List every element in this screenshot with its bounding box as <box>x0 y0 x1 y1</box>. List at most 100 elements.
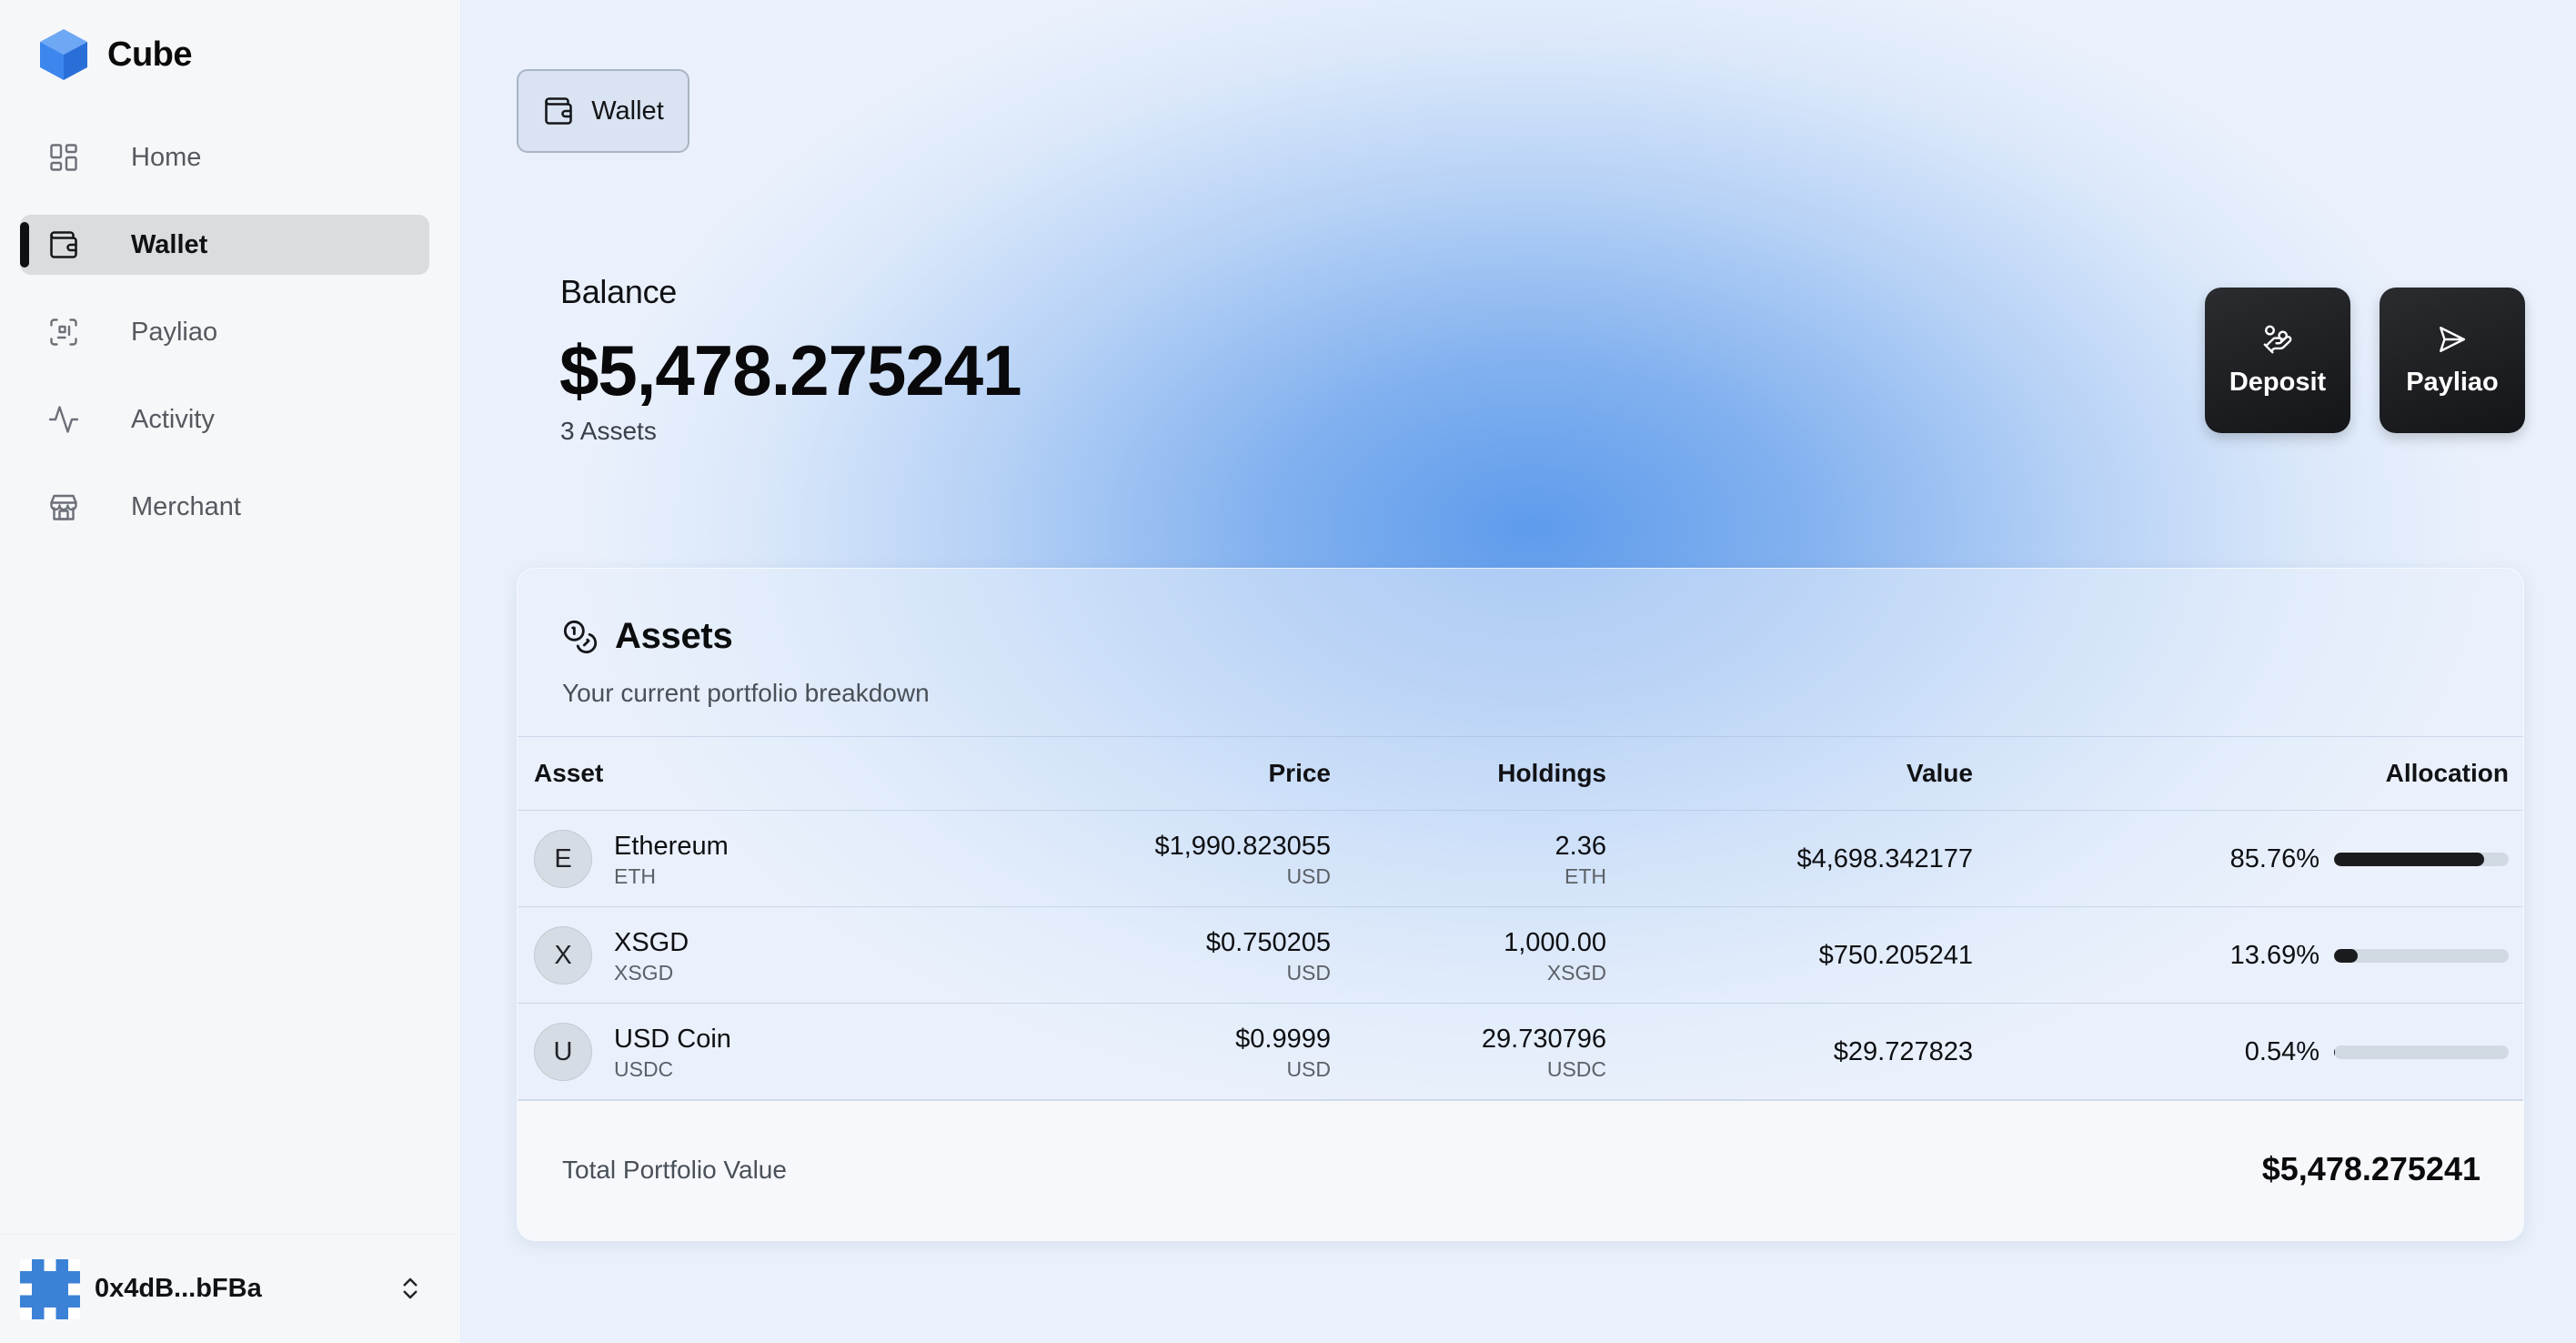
asset-cell: U USD Coin USDC <box>534 1004 731 1100</box>
sidebar-item-activity[interactable]: Activity <box>20 389 429 449</box>
cube-logo-icon <box>40 29 87 80</box>
holdings-cell: 2.36 ETH <box>1555 811 1606 907</box>
price-cell: $1,990.823055 USD <box>1154 811 1331 907</box>
brand[interactable]: Cube <box>38 25 193 84</box>
coins-icon <box>563 620 598 653</box>
holdings-cell: 29.730796 USDC <box>1482 1004 1606 1100</box>
column-value[interactable]: Value <box>1907 759 1973 788</box>
sidebar: Cube Home Wallet Payliao Activity Mercha… <box>0 0 458 1343</box>
balance-amount: $5,478.275241 <box>559 330 1022 410</box>
price-value: $0.9999 <box>1235 1025 1331 1054</box>
grid-icon <box>47 141 80 174</box>
holdings-unit: USDC <box>1546 1057 1606 1081</box>
asset-symbol: XSGD <box>614 961 674 985</box>
asset-value: $4,698.342177 <box>1796 844 1973 873</box>
holdings-value: 29.730796 <box>1481 1025 1606 1054</box>
store-icon <box>47 490 80 523</box>
sidebar-nav: Home Wallet Payliao Activity Merchant <box>20 127 429 564</box>
price-unit: USD <box>1286 1057 1331 1081</box>
assets-card: Assets Your current portfolio breakdown … <box>517 568 2524 1241</box>
asset-symbol: USDC <box>614 1057 674 1081</box>
holdings-unit: XSGD <box>1546 961 1606 985</box>
tab-wallet[interactable]: Wallet <box>517 69 689 153</box>
asset-avatar: X <box>534 926 592 985</box>
payliao-label: Payliao <box>2406 367 2499 397</box>
sidebar-item-label: Wallet <box>131 229 208 259</box>
sidebar-item-payliao[interactable]: Payliao <box>20 302 429 362</box>
total-value: $5,478.275241 <box>2261 1150 2480 1187</box>
price-unit: USD <box>1286 864 1331 888</box>
value-cell: $29.727823 <box>1834 1004 1973 1100</box>
deposit-label: Deposit <box>2229 367 2327 397</box>
total-label: Total Portfolio Value <box>562 1156 787 1184</box>
asset-name: Ethereum <box>614 832 729 861</box>
assets-header: Assets Your current portfolio breakdown <box>562 616 930 708</box>
sidebar-item-label: Payliao <box>131 317 218 347</box>
price-cell: $0.9999 USD <box>1235 1004 1331 1100</box>
sidebar-item-wallet[interactable]: Wallet <box>20 215 429 275</box>
price-value: $0.750205 <box>1205 928 1331 957</box>
column-price[interactable]: Price <box>1269 759 1332 788</box>
asset-cell: E Ethereum ETH <box>534 811 729 907</box>
chevrons-up-down-icon[interactable] <box>395 1273 426 1304</box>
table-row[interactable]: X XSGD XSGD $0.750205 USD 1,000.00 XSGD … <box>518 907 2523 1004</box>
wallet-icon <box>47 228 80 261</box>
sidebar-item-home[interactable]: Home <box>20 127 429 187</box>
holdings-unit: ETH <box>1565 864 1606 888</box>
avatar <box>20 1258 80 1319</box>
assets-count: 3 Assets <box>560 417 657 445</box>
holdings-cell: 1,000.00 XSGD <box>1504 907 1606 1004</box>
assets-table: Asset Price Holdings Value Allocation E … <box>518 736 2523 1100</box>
activity-icon <box>47 403 80 436</box>
price-unit: USD <box>1286 961 1331 985</box>
main-content: Wallet Balance $5,478.275241 3 Assets De… <box>459 0 2576 1343</box>
sidebar-item-label: Activity <box>131 404 215 434</box>
asset-value: $29.727823 <box>1833 1037 1973 1066</box>
allocation-bar <box>2334 852 2509 866</box>
allocation-cell: 13.69% <box>2230 907 2509 1004</box>
asset-name: XSGD <box>614 928 689 957</box>
sidebar-item-merchant[interactable]: Merchant <box>20 477 429 537</box>
price-value: $1,990.823055 <box>1154 832 1331 861</box>
allocation-bar-fill <box>2334 1045 2336 1059</box>
account-switcher[interactable]: 0x4dB...bFBa <box>0 1234 458 1343</box>
allocation-percent: 85.76% <box>2229 843 2319 873</box>
holdings-value: 1,000.00 <box>1504 928 1606 957</box>
sidebar-item-label: Merchant <box>131 491 241 521</box>
asset-symbol: ETH <box>614 864 656 888</box>
table-row[interactable]: U USD Coin USDC $0.9999 USD 29.730796 US… <box>518 1004 2523 1100</box>
asset-cell: X XSGD XSGD <box>534 907 689 1004</box>
deposit-button[interactable]: Deposit <box>2205 288 2350 433</box>
allocation-percent: 0.54% <box>2244 1036 2319 1066</box>
assets-description: Your current portfolio breakdown <box>562 679 930 707</box>
column-holdings[interactable]: Holdings <box>1497 759 1606 788</box>
table-header: Asset Price Holdings Value Allocation <box>518 736 2523 811</box>
column-allocation[interactable]: Allocation <box>2386 759 2509 788</box>
value-cell: $4,698.342177 <box>1796 811 1973 907</box>
price-cell: $0.750205 USD <box>1206 907 1331 1004</box>
asset-avatar: U <box>534 1023 592 1081</box>
allocation-bar <box>2334 1045 2509 1059</box>
tab-label: Wallet <box>591 96 664 126</box>
assets-title: Assets <box>615 616 733 656</box>
allocation-bar-fill <box>2334 852 2484 866</box>
allocation-percent: 13.69% <box>2229 940 2319 970</box>
account-address: 0x4dB...bFBa <box>95 1274 262 1303</box>
send-icon <box>2440 326 2465 352</box>
asset-value: $750.205241 <box>1818 941 1973 970</box>
portfolio-total: Total Portfolio Value $5,478.275241 <box>518 1100 2523 1240</box>
allocation-cell: 0.54% <box>2245 1004 2509 1100</box>
allocation-cell: 85.76% <box>2230 811 2509 907</box>
table-row[interactable]: E Ethereum ETH $1,990.823055 USD 2.36 ET… <box>518 811 2523 907</box>
allocation-bar-fill <box>2334 948 2359 963</box>
hand-coins-icon <box>2263 325 2292 353</box>
scan-icon <box>47 316 80 348</box>
sidebar-item-label: Home <box>131 142 202 172</box>
brand-name: Cube <box>107 35 193 74</box>
asset-name: USD Coin <box>614 1025 731 1054</box>
holdings-value: 2.36 <box>1555 832 1606 861</box>
payliao-button[interactable]: Payliao <box>2380 288 2525 433</box>
allocation-bar <box>2334 948 2509 963</box>
column-asset[interactable]: Asset <box>534 759 603 788</box>
balance-label: Balance <box>560 273 677 310</box>
